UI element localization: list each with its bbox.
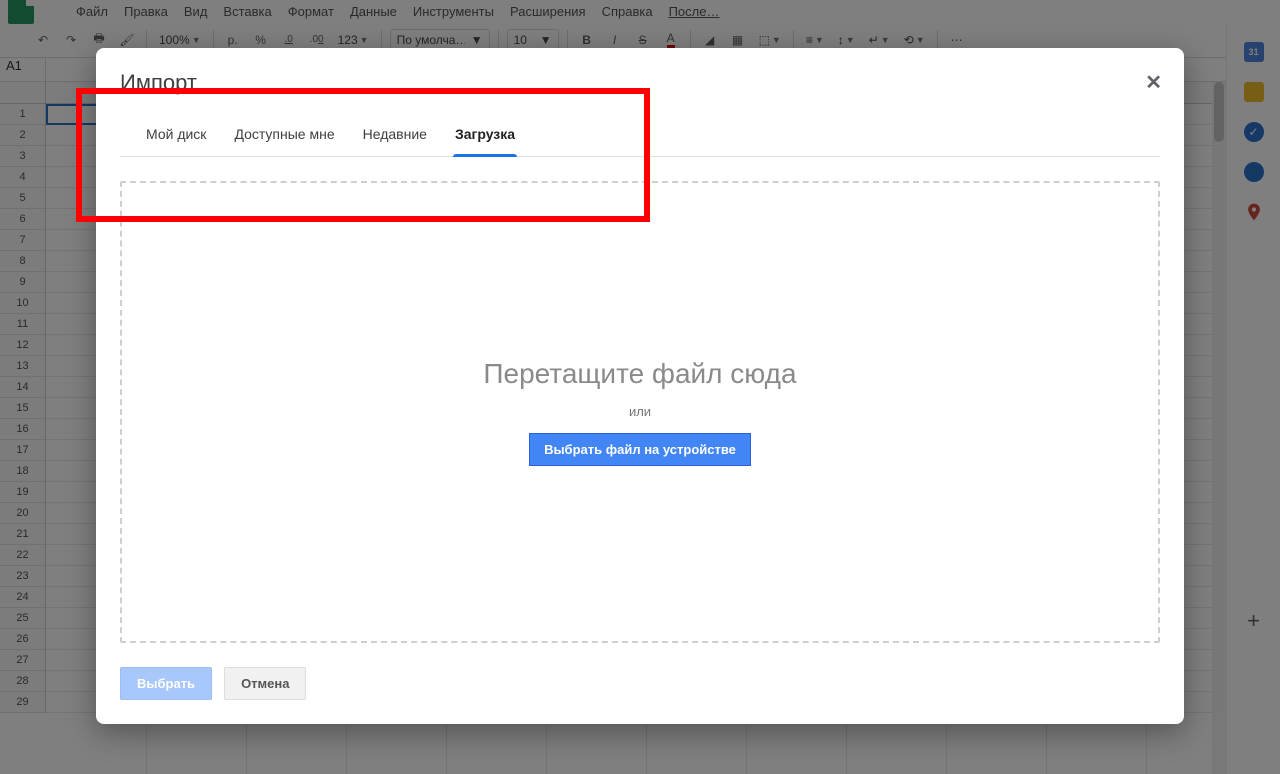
picker-tabs: Мой диск Доступные мне Недавние Загрузка (120, 112, 1160, 157)
close-icon[interactable]: ✕ (1145, 70, 1162, 95)
select-button[interactable]: Выбрать (120, 667, 212, 700)
tab-my-drive[interactable]: Мой диск (132, 112, 220, 156)
modal-footer: Выбрать Отмена (96, 667, 1184, 724)
modal-body: Перетащите файл сюда или Выбрать файл на… (96, 157, 1184, 667)
cancel-button[interactable]: Отмена (224, 667, 306, 700)
tab-upload[interactable]: Загрузка (441, 112, 529, 156)
import-modal: Импорт ✕ Мой диск Доступные мне Недавние… (96, 48, 1184, 724)
tab-recent[interactable]: Недавние (349, 112, 441, 156)
file-dropzone[interactable]: Перетащите файл сюда или Выбрать файл на… (120, 181, 1160, 643)
choose-file-button[interactable]: Выбрать файл на устройстве (529, 433, 751, 466)
modal-title: Импорт (120, 70, 1160, 96)
dropzone-text: Перетащите файл сюда (483, 358, 796, 390)
dropzone-or: или (629, 404, 651, 419)
modal-header: Импорт ✕ Мой диск Доступные мне Недавние… (96, 48, 1184, 157)
tab-shared[interactable]: Доступные мне (220, 112, 348, 156)
